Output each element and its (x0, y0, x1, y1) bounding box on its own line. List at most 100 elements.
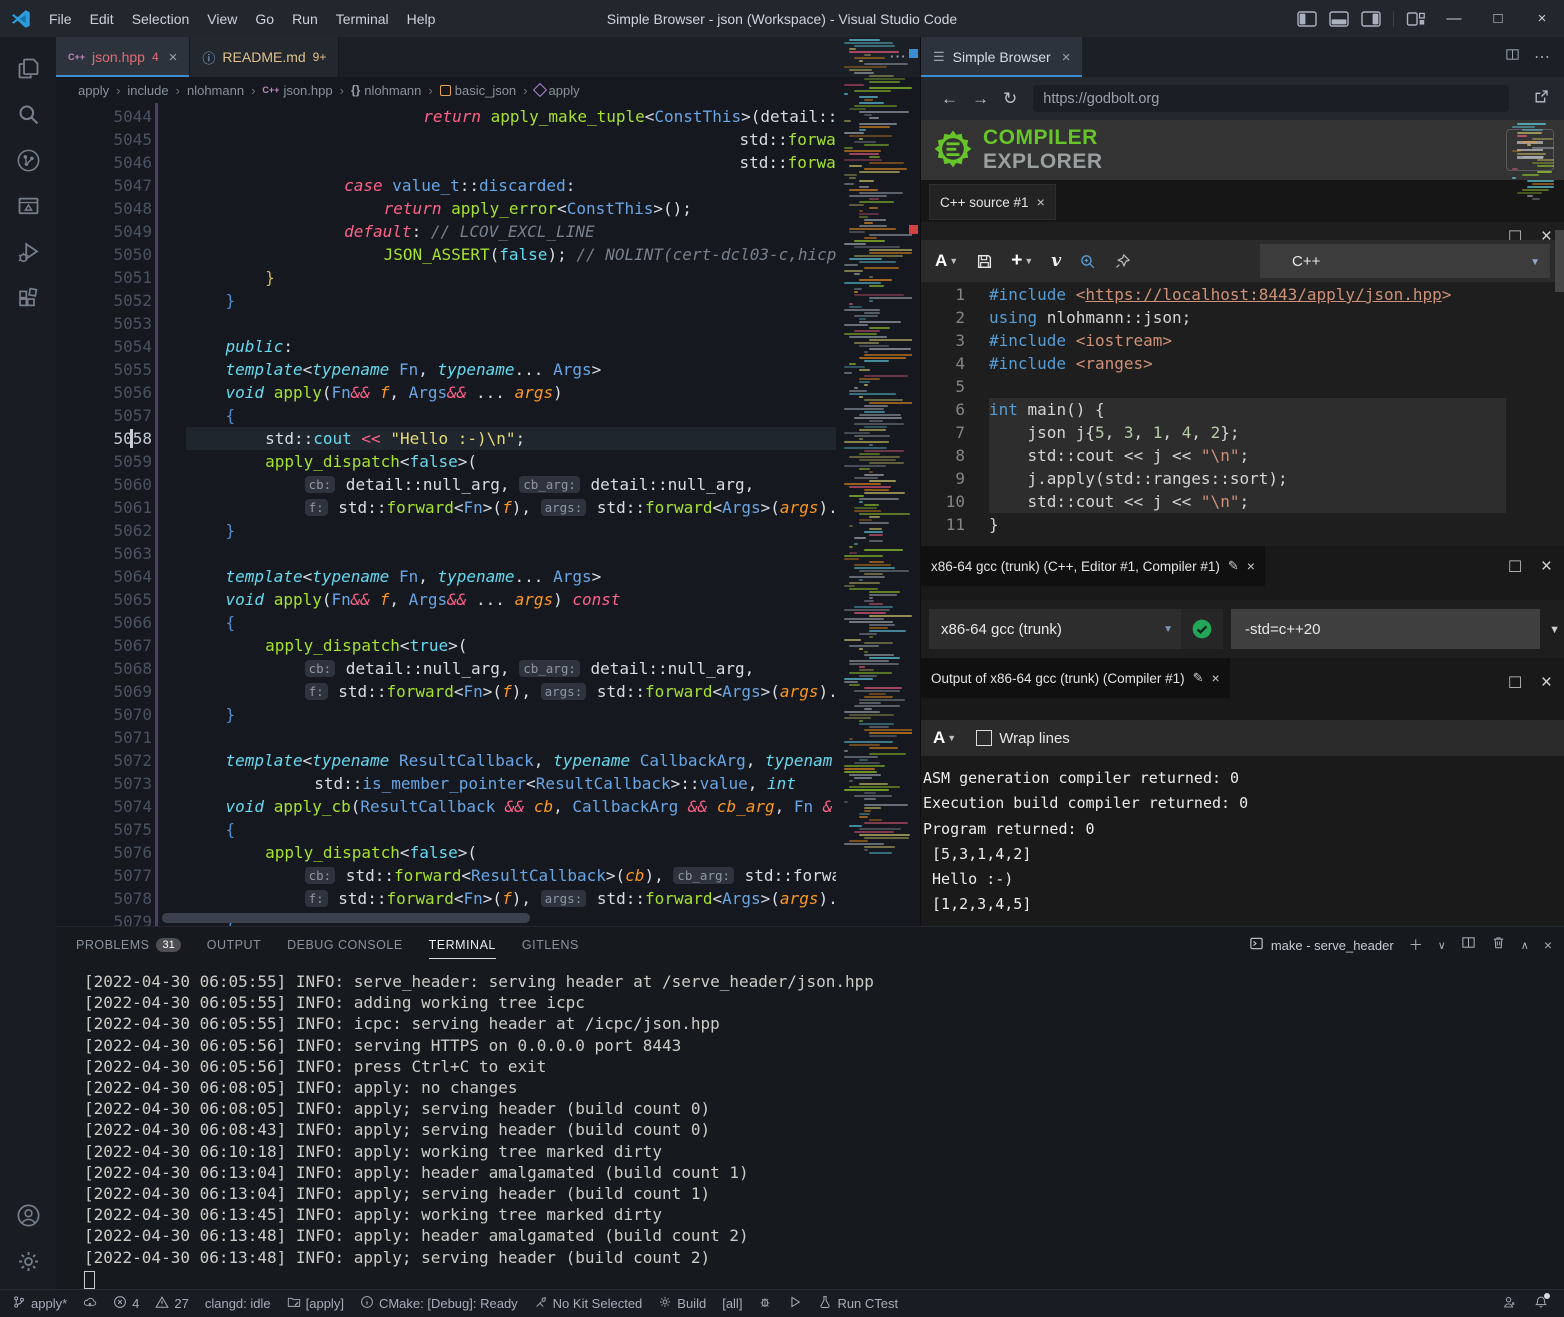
code-line[interactable]: 5055template<typename Fn, typename... Ar… (56, 358, 920, 381)
code-line[interactable]: 5073 std::is_member_pointer<ResultCallba… (56, 772, 920, 795)
code-line[interactable]: 5047case value_t::discarded: (56, 174, 920, 197)
code-line[interactable]: 5058std::cout << "Hello :-)\n"; (56, 427, 920, 450)
panel-tab-problems[interactable]: PROBLEMS31 (76, 927, 181, 963)
zoom-icon[interactable] (1079, 253, 1096, 270)
ce-minimap[interactable] (1510, 123, 1554, 243)
close-icon[interactable]: × (1247, 558, 1255, 574)
customize-layout-icon[interactable] (1406, 11, 1426, 27)
code-line[interactable]: 5077cb: std::forward<ResultCallback>(cb)… (56, 864, 920, 887)
code-line[interactable]: 5049default: // LCOV_EXCL_LINE (56, 220, 920, 243)
code-line[interactable]: 5063 (56, 542, 920, 565)
code-line[interactable]: 5070} (56, 703, 920, 726)
code-line[interactable]: 5048return apply_error<ConstThis>(); (56, 197, 920, 220)
run-and-debug-icon[interactable] (5, 229, 51, 275)
tab-simple-browser[interactable]: ☰ Simple Browser × (921, 37, 1082, 77)
code-line[interactable]: 5067apply_dispatch<true>( (56, 634, 920, 657)
rename-icon[interactable]: ✎ (1193, 670, 1204, 686)
code-line[interactable]: 5051} (56, 266, 920, 289)
status-notifications[interactable] (1534, 1295, 1548, 1312)
chevron-down-icon[interactable]: ▼ (1549, 624, 1560, 636)
code-line[interactable]: 5062} (56, 519, 920, 542)
breadcrumb-item-nlohmann[interactable]: nlohmann (187, 83, 244, 98)
breadcrumb-item-apply[interactable]: apply (78, 83, 109, 98)
code-line[interactable]: 5059apply_dispatch<false>( (56, 450, 920, 473)
status-build[interactable]: Build (658, 1295, 706, 1312)
split-editor-icon[interactable] (1505, 47, 1520, 67)
menu-go[interactable]: Go (246, 7, 283, 31)
vim-mode-icon[interactable]: v (1051, 251, 1061, 271)
status-feedback[interactable] (1502, 1295, 1516, 1312)
terminal-dropdown-icon[interactable]: ∨ (1438, 939, 1446, 952)
menu-help[interactable]: Help (398, 7, 445, 31)
code-line[interactable]: 5053 (56, 312, 920, 335)
code-line[interactable]: 5052} (56, 289, 920, 312)
toggle-panel-icon[interactable] (1329, 11, 1349, 27)
maximize-panel-icon[interactable]: ∧ (1521, 939, 1529, 952)
code-line[interactable]: 5072template<typename ResultCallback, ty… (56, 749, 920, 772)
panel-tab-gitlens[interactable]: GITLENS (522, 927, 579, 963)
horizontal-scrollbar[interactable] (162, 913, 530, 923)
status-git-branch[interactable]: apply* (12, 1295, 67, 1312)
font-size-button[interactable]: A▼ (933, 728, 956, 748)
status-warnings[interactable]: 27 (155, 1295, 188, 1312)
ce-source-editor[interactable]: 1#include <https://localhost:8443/apply/… (921, 282, 1564, 548)
maximize-button[interactable]: □ (1476, 10, 1520, 27)
code-line[interactable]: 5060cb: detail::null_arg, cb_arg: detail… (56, 473, 920, 496)
panel-tab-debug-console[interactable]: DEBUG CONSOLE (287, 927, 403, 963)
close-icon[interactable]: × (1541, 672, 1552, 694)
maximize-icon[interactable]: □ (1509, 672, 1520, 694)
search-icon[interactable] (5, 91, 51, 137)
add-pane-button[interactable]: +▼ (1011, 250, 1033, 272)
tab-README.md[interactable]: ⓘREADME.md9+ (190, 37, 339, 77)
live-preview-icon[interactable] (5, 183, 51, 229)
status-build-target[interactable]: [all] (722, 1296, 742, 1311)
back-icon[interactable]: ← (941, 89, 958, 109)
settings-icon[interactable] (5, 1238, 51, 1284)
status-errors[interactable]: 4 (113, 1295, 139, 1312)
compiler-options-input[interactable]: -std=c++20 (1231, 609, 1540, 649)
panel-tab-terminal[interactable]: TERMINAL (429, 927, 496, 963)
terminal-output[interactable]: [2022-04-30 06:05:55] INFO: serve_header… (84, 971, 1554, 1291)
status-ctest[interactable]: Run CTest (818, 1295, 898, 1312)
ce-code-line[interactable]: 5 (921, 375, 1564, 398)
code-editor[interactable]: 5044return apply_make_tuple<ConstThis>(d… (56, 103, 920, 926)
ce-code-line[interactable]: 2using nlohmann::json; (921, 306, 1564, 329)
status-publish[interactable] (83, 1295, 97, 1312)
minimize-button[interactable]: — (1432, 10, 1476, 27)
close-icon[interactable]: × (169, 49, 178, 66)
menu-run[interactable]: Run (283, 7, 327, 31)
menu-file[interactable]: File (40, 7, 81, 31)
compiler-select[interactable]: x86-64 gcc (trunk) ▼ (929, 609, 1185, 649)
ce-code-line[interactable]: 7 json j{5, 3, 1, 4, 2}; (921, 421, 1564, 444)
maximize-icon[interactable]: □ (1509, 556, 1520, 578)
code-line[interactable]: 5074void apply_cb(ResultCallback && cb, … (56, 795, 920, 818)
code-line[interactable]: 5068cb: detail::null_arg, cb_arg: detail… (56, 657, 920, 680)
close-panel-icon[interactable]: × (1544, 937, 1552, 953)
status-clangd-status[interactable]: clangd: idle (205, 1296, 271, 1311)
breadcrumb-item-basic_json[interactable]: basic_json (440, 83, 516, 98)
font-size-button[interactable]: A▼ (935, 251, 958, 271)
code-line[interactable]: 5061f: std::forward<Fn>(f), args: std::f… (56, 496, 920, 519)
split-terminal-icon[interactable] (1461, 935, 1476, 955)
menu-edit[interactable]: Edit (81, 7, 123, 31)
new-terminal-icon[interactable]: ＋ (1409, 935, 1423, 955)
code-line[interactable]: 5056void apply(Fn&& f, Args&& ... args) (56, 381, 920, 404)
close-button[interactable]: × (1520, 10, 1564, 27)
code-line[interactable]: 5071 (56, 726, 920, 749)
ce-code-line[interactable]: 3#include <iostream> (921, 329, 1564, 352)
ce-code-line[interactable]: 11} (921, 513, 1564, 536)
ce-scrollbar[interactable] (1555, 230, 1564, 292)
breadcrumb-item-apply[interactable]: apply (535, 83, 580, 98)
status-debug-target[interactable] (758, 1295, 772, 1312)
explorer-icon[interactable] (5, 45, 51, 91)
breadcrumb-item-include[interactable]: include (127, 83, 168, 98)
code-line[interactable]: 5076apply_dispatch<false>( (56, 841, 920, 864)
code-line[interactable]: 5075{ (56, 818, 920, 841)
reload-icon[interactable]: ↻ (1003, 89, 1017, 109)
terminal-select[interactable]: make - serve_header (1249, 936, 1394, 954)
output-tab[interactable]: Output of x86-64 gcc (trunk) (Compiler #… (921, 658, 1230, 698)
ce-code-line[interactable]: 6int main() { (921, 398, 1564, 421)
status-launch-target[interactable] (788, 1295, 802, 1312)
close-icon[interactable]: × (1062, 49, 1071, 66)
tab-json.hpp[interactable]: C++json.hpp4× (56, 37, 190, 77)
